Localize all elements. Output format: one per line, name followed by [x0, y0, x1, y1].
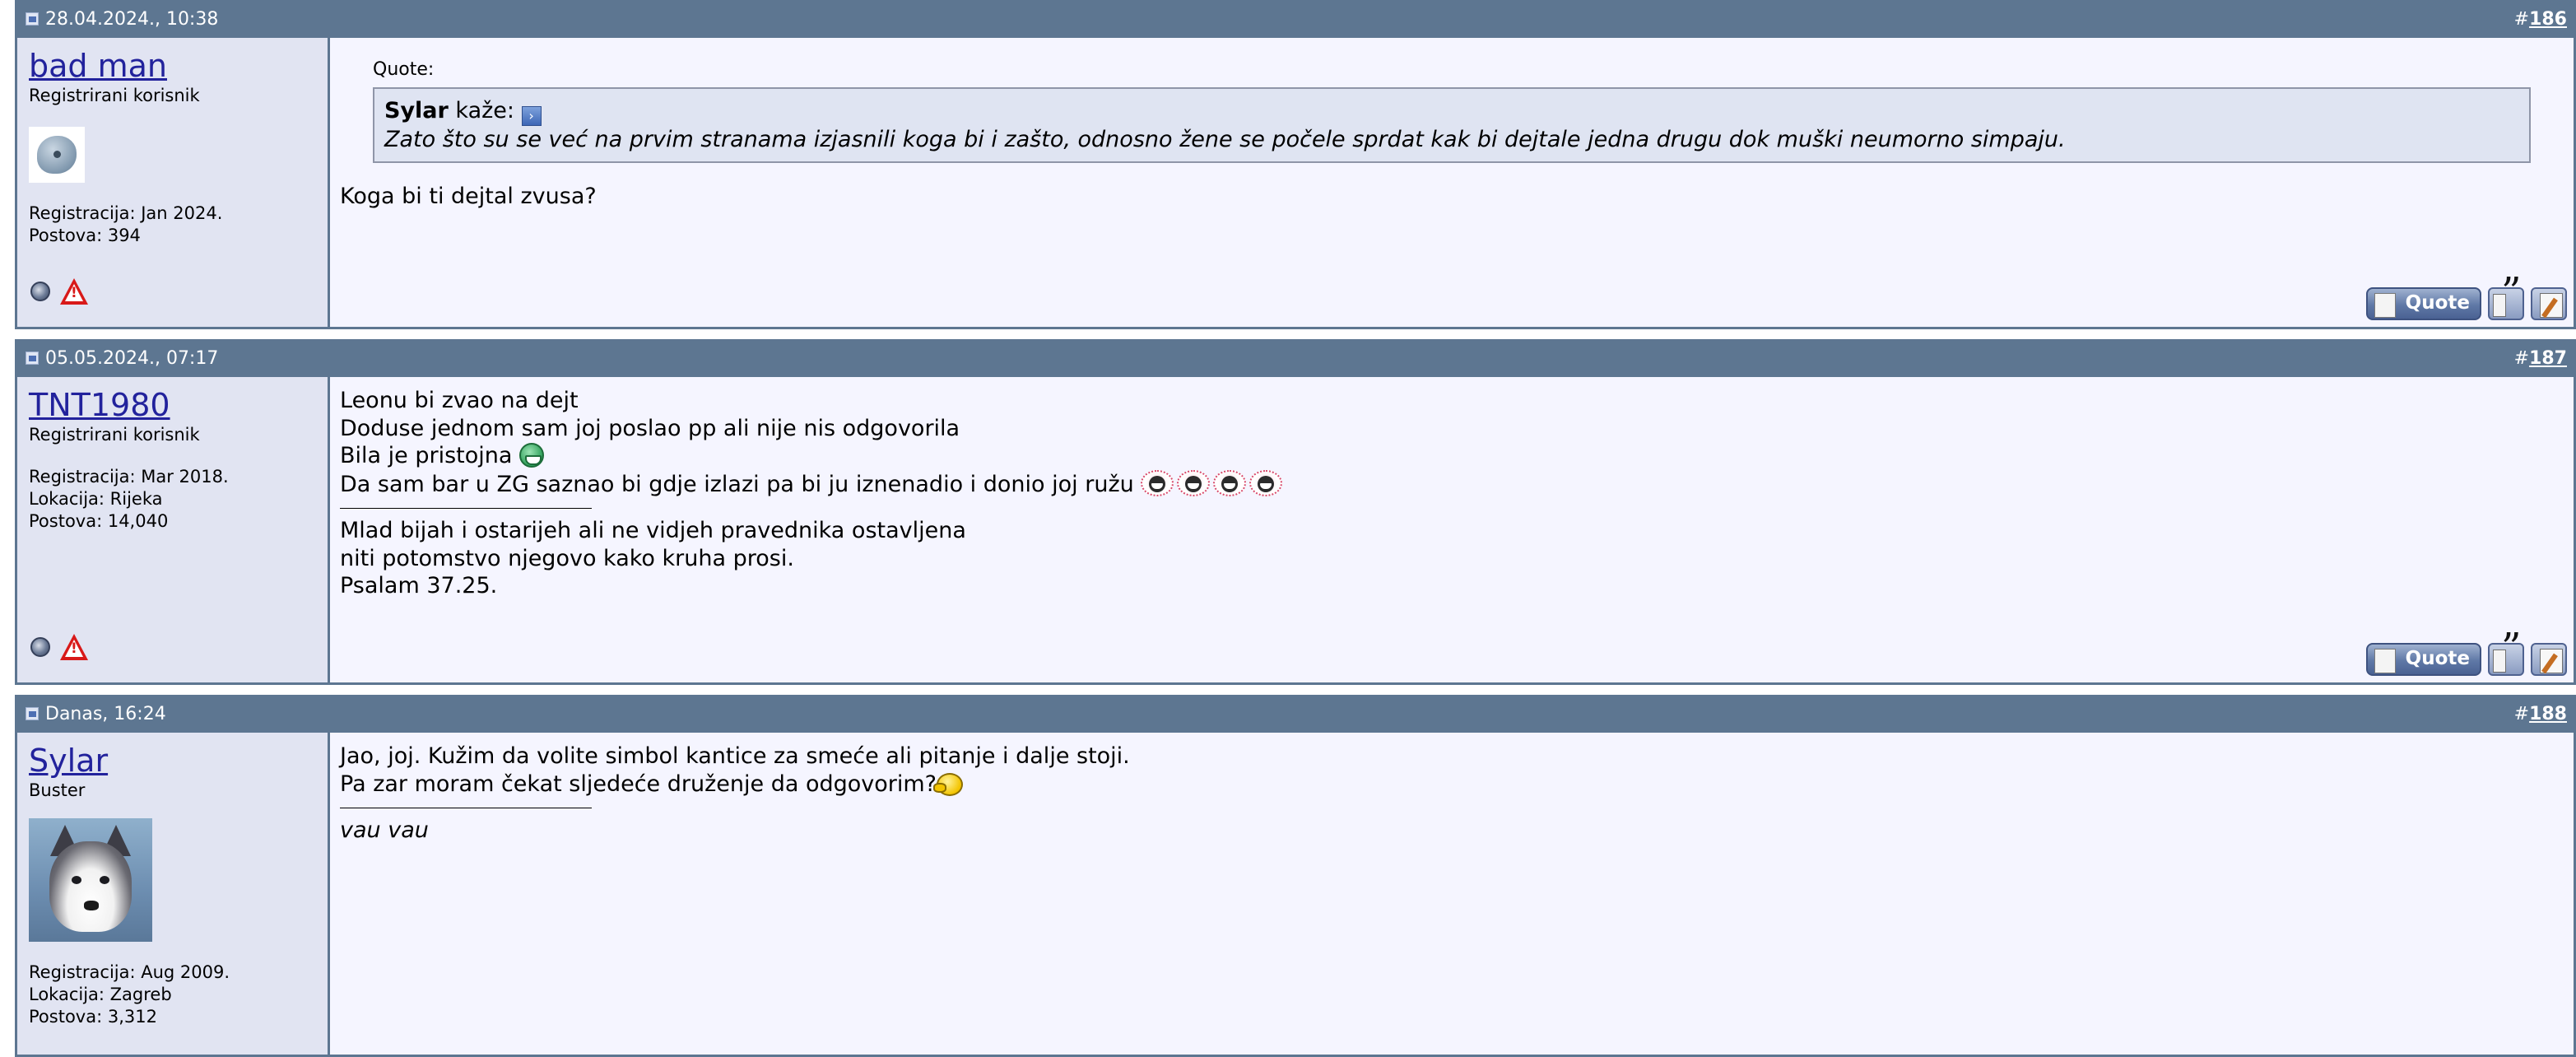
user-stats: Registracija: Jan 2024. Postova: 394: [29, 203, 316, 247]
user-stat-registration: Registracija: Mar 2018.: [29, 467, 229, 487]
post-line: Bila je pristojna: [340, 442, 2564, 470]
post-header: Danas, 16:24 #188: [17, 695, 2574, 733]
post-actions: Quote: [2366, 279, 2567, 320]
username-link[interactable]: bad man: [29, 48, 167, 84]
thinking-emoji-icon: [933, 772, 964, 796]
multiquote-icon[interactable]: [2488, 279, 2524, 320]
laugh-emoji-icon: [1213, 469, 1247, 496]
user-stat-posts: Postova: 3,312: [29, 1007, 157, 1027]
quote-label: Quote:: [373, 59, 435, 80]
post-number: #188: [2513, 703, 2567, 724]
post-line: Jao, joj. Kužim da volite simbol kantice…: [340, 743, 1130, 769]
user-title: Registrirani korisnik: [29, 86, 200, 105]
post-number-link[interactable]: 187: [2529, 348, 2567, 369]
post-line: Da sam bar u ZG saznao bi gdje izlazi pa…: [340, 469, 2564, 499]
post-date: 05.05.2024., 07:17: [45, 347, 219, 369]
quote-button[interactable]: Quote: [2366, 287, 2481, 320]
user-stat-posts: Postova: 394: [29, 226, 141, 245]
quote-text: Zato što su se već na prvim stranama izj…: [384, 126, 2066, 152]
avatar[interactable]: [29, 818, 152, 942]
post-line: Pa zar moram čekat sljedeće druženje da …: [340, 771, 2564, 799]
view-post-icon[interactable]: ›: [521, 105, 542, 126]
post-header: 05.05.2024., 07:17 #187: [17, 339, 2574, 377]
quote-box: Sylar kaže: › Zato što su se već na prvi…: [373, 86, 2531, 163]
user-title: Registrirani korisnik: [29, 425, 200, 445]
signature-line: niti potomstvo njegovo kako kruha prosi.: [340, 545, 794, 571]
post-content: Leonu bi zvao na dejt Doduse jednom sam …: [330, 377, 2574, 682]
post-icon: [26, 707, 39, 720]
post-187: 05.05.2024., 07:17 #187 TNT1980 Registri…: [15, 339, 2576, 685]
quick-reply-icon[interactable]: [2531, 643, 2567, 676]
post-icon: [26, 12, 39, 26]
signature-divider: [340, 508, 592, 509]
signature: Mlad bijah i ostarijeh ali ne vidjeh pra…: [340, 517, 2564, 600]
username-link[interactable]: TNT1980: [29, 387, 170, 423]
post-number-link[interactable]: 188: [2529, 704, 2567, 724]
post-188: Danas, 16:24 #188 Sylar Buster Registrac…: [15, 695, 2576, 1057]
user-stat-location: Lokacija: Rijeka: [29, 489, 163, 509]
laugh-emoji-icon: [1249, 469, 1283, 496]
post-line: Leonu bi zvao na dejt: [340, 388, 579, 413]
user-stat-posts: Postova: 14,040: [29, 511, 169, 531]
quote-says: kaže:: [448, 97, 522, 123]
post-number-link[interactable]: 186: [2529, 9, 2567, 30]
post-content: Quote: Sylar kaže: › Zato što su se već …: [330, 38, 2574, 327]
quote-author: Sylar: [384, 97, 449, 123]
grin-emoji-icon: [519, 443, 545, 468]
username-link[interactable]: Sylar: [29, 743, 108, 779]
report-post-icon[interactable]: [60, 634, 88, 660]
report-post-icon[interactable]: [60, 278, 88, 305]
avatar[interactable]: [29, 127, 85, 183]
signature-line: vau vau: [340, 817, 429, 843]
user-stats: Registracija: Mar 2018. Lokacija: Rijeka…: [29, 466, 316, 533]
offline-status-icon: [30, 282, 50, 301]
post-actions: Quote: [2366, 635, 2567, 676]
user-stat-location: Lokacija: Zagreb: [29, 985, 172, 1004]
signature-line: Psalam 37.25.: [340, 573, 498, 598]
post-text: Koga bi ti dejtal zvusa?: [340, 183, 597, 209]
post-content: Jao, joj. Kužim da volite simbol kantice…: [330, 733, 2574, 1055]
post-date: Danas, 16:24: [45, 703, 166, 724]
user-title: Buster: [29, 780, 86, 800]
post-header: 28.04.2024., 10:38 #186: [17, 0, 2574, 38]
laugh-emoji-icon: [1141, 469, 1174, 496]
user-stat-registration: Registracija: Aug 2009.: [29, 962, 230, 982]
post-number: #186: [2513, 8, 2567, 30]
signature-line: Mlad bijah i ostarijeh ali ne vidjeh pra…: [340, 518, 966, 543]
user-info: bad man Registrirani korisnik Registraci…: [17, 38, 330, 327]
post-number: #187: [2513, 347, 2567, 369]
post-date: 28.04.2024., 10:38: [45, 8, 219, 30]
post-line: Doduse jednom sam joj poslao pp ali nije…: [340, 415, 960, 441]
user-info: Sylar Buster Registracija: Aug 2009. Lok…: [17, 733, 330, 1055]
offline-status-icon: [30, 637, 50, 657]
post-icon: [26, 352, 39, 365]
user-stat-registration: Registracija: Jan 2024.: [29, 203, 223, 223]
quote-button[interactable]: Quote: [2366, 643, 2481, 676]
user-info: TNT1980 Registrirani korisnik Registraci…: [17, 377, 330, 682]
post-186: 28.04.2024., 10:38 #186 bad man Registri…: [15, 0, 2576, 329]
quick-reply-icon[interactable]: [2531, 287, 2567, 320]
quote-block: Quote: Sylar kaže: › Zato što su se već …: [373, 56, 2531, 163]
multiquote-icon[interactable]: [2488, 635, 2524, 676]
laugh-emoji-icon: [1177, 469, 1211, 496]
user-stats: Registracija: Aug 2009. Lokacija: Zagreb…: [29, 962, 316, 1028]
